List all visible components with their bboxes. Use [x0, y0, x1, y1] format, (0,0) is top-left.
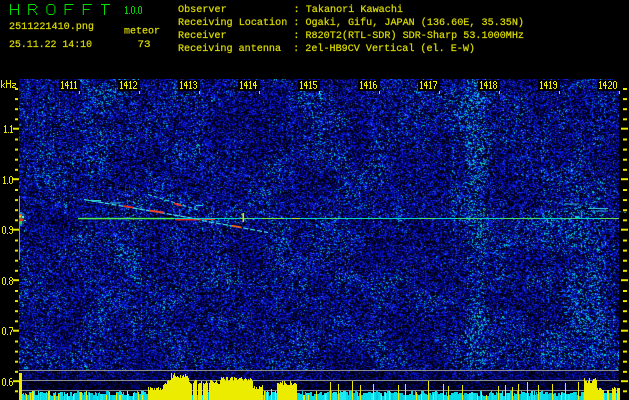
- svg-text:Receiver : R820T2(RT: Receiver : R820T2(RTL-SDR) SDR-Sharp 53.…: [178, 30, 524, 42]
- svg-text:2511221410.png: 2511221410.png: [9, 21, 94, 33]
- svg-text:meteor: meteor: [124, 26, 160, 38]
- svg-text:Receiving Location : Ogaki, Gi: Receiving Location : Ogaki, Gifu, JAPAN …: [178, 17, 524, 29]
- svg-text:Receiving antenna : 2el-HB9CV: Receiving antenna : 2el-HB9CV Vertical (…: [178, 43, 475, 55]
- svg-text:25.11.22 14:10: 25.11.22 14:10: [9, 39, 92, 51]
- svg-text:Observer : Takanori: Observer : Takanori Kawachi: [178, 4, 403, 16]
- svg-text:73: 73: [138, 39, 151, 51]
